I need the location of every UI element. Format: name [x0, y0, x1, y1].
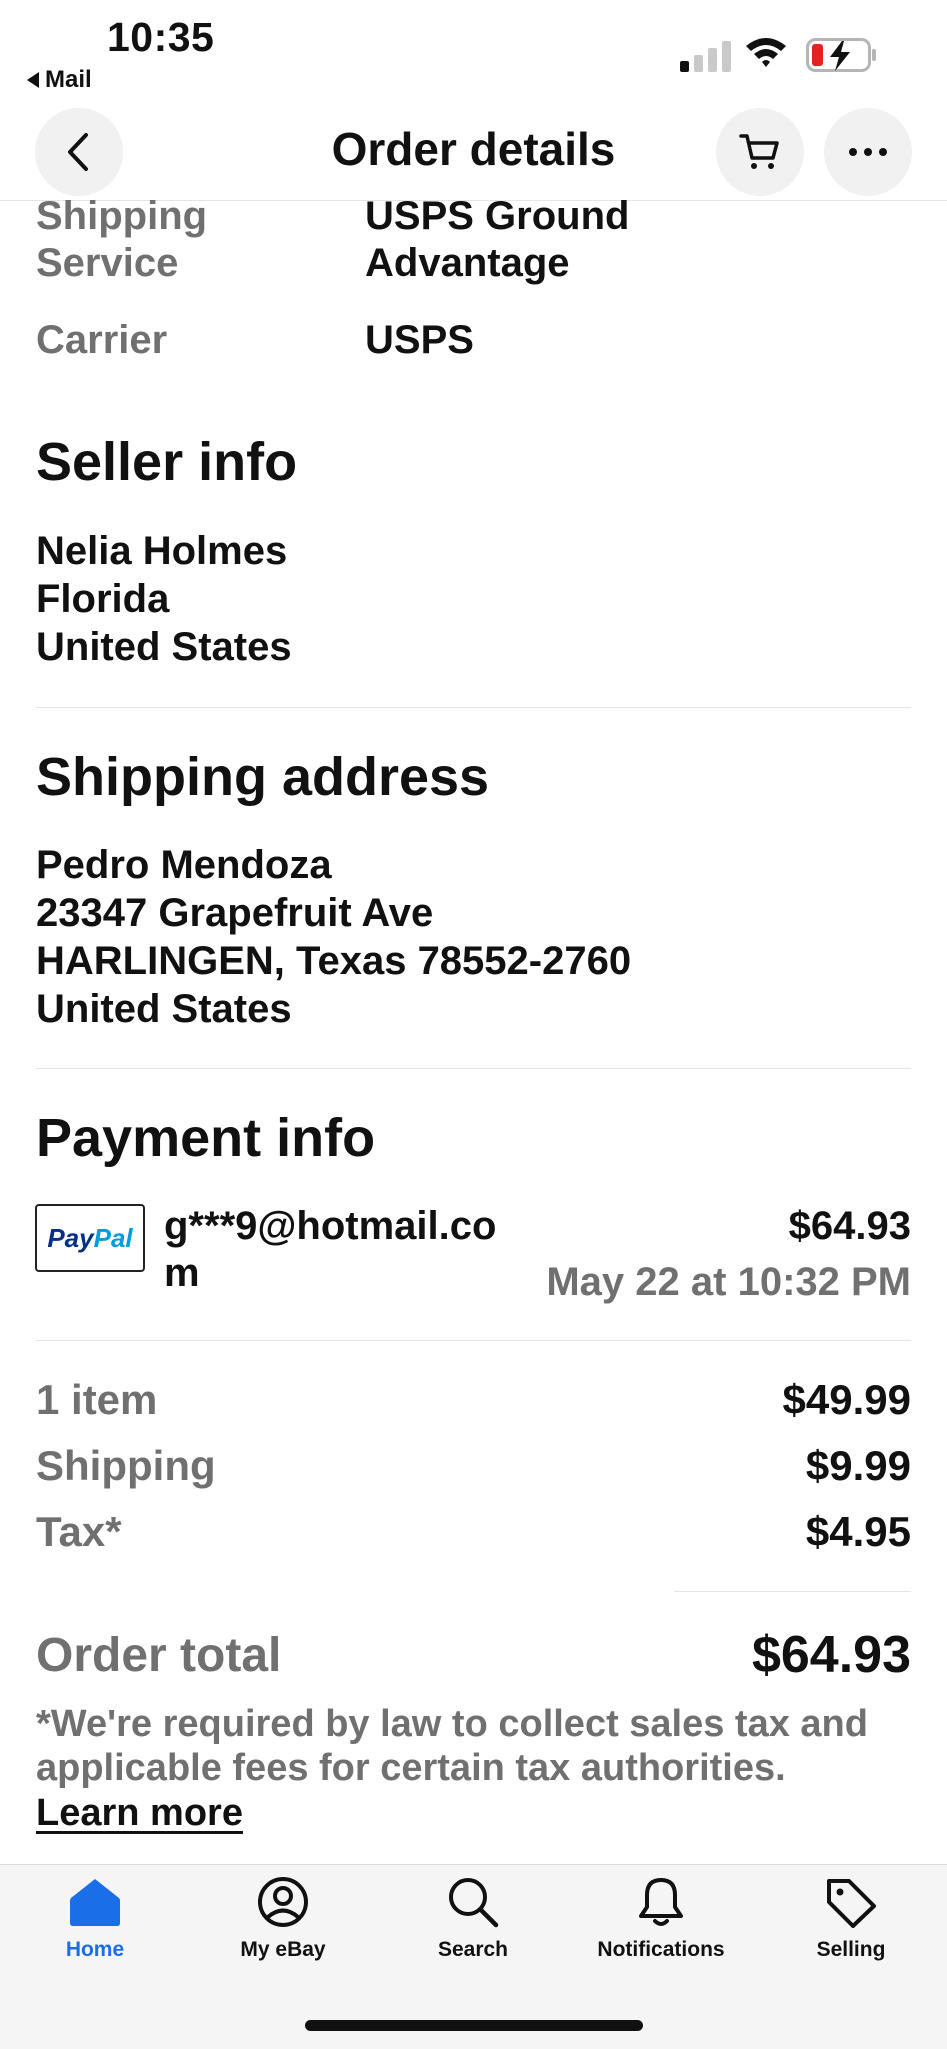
wifi-icon — [746, 38, 786, 67]
paypal-logo: Pay Pal — [35, 1204, 145, 1272]
recipient-name: Pedro Mendoza — [36, 843, 332, 887]
tag-icon — [827, 1879, 876, 1928]
shipping-cost-label: Shipping — [36, 1442, 216, 1489]
home-icon — [70, 1879, 120, 1926]
paypal-logo-pay: Pay — [47, 1222, 94, 1253]
cart-icon — [739, 134, 779, 169]
payment-email-line: g***9@hotmail.co — [164, 1204, 497, 1248]
payment-email-line: m — [164, 1251, 200, 1295]
tax-value: $4.95 — [805, 1508, 911, 1555]
items-label: 1 item — [36, 1376, 158, 1423]
items-value: $49.99 — [782, 1376, 911, 1423]
tab-search[interactable]: Search — [388, 1876, 558, 1962]
carrier-value: USPS — [365, 318, 474, 362]
payment-email: g***9@hotmail.co m — [164, 1203, 496, 1297]
paypal-logo-pal: Pal — [93, 1222, 133, 1253]
total-divider — [674, 1591, 911, 1592]
shipping-service-value-line: USPS Ground — [365, 194, 630, 238]
cart-button[interactable] — [716, 108, 804, 196]
payment-info-heading: Payment info — [36, 1108, 376, 1168]
section-divider — [36, 1340, 911, 1341]
tab-home[interactable]: Home — [10, 1876, 180, 1962]
seller-info-heading: Seller info — [36, 432, 298, 492]
back-triangle-icon — [27, 72, 39, 88]
tab-my-ebay-label: My eBay — [240, 1938, 326, 1961]
shipping-cost-value: $9.99 — [805, 1442, 911, 1489]
seller-name: Nelia Holmes — [36, 529, 288, 573]
shipping-service-value: USPS Ground Advantage — [365, 193, 629, 287]
home-indicator — [305, 2020, 643, 2031]
more-options-button[interactable] — [824, 108, 912, 196]
more-dots-icon — [849, 148, 887, 156]
shipping-service-value-line: Advantage — [365, 241, 570, 285]
battery-charging-icon — [806, 38, 876, 72]
section-divider — [36, 707, 911, 708]
payment-amount: $64.93 — [788, 1204, 911, 1248]
carrier-label: Carrier — [36, 318, 168, 362]
shipping-address-heading: Shipping address — [36, 747, 490, 807]
search-icon — [449, 1878, 499, 1928]
shipping-address-block: Pedro Mendoza 23347 Grapefruit Ave HARLI… — [36, 841, 631, 1033]
tab-selling[interactable]: Selling — [766, 1876, 936, 1962]
account-icon — [258, 1877, 308, 1927]
cellular-signal-icon — [680, 40, 731, 72]
seller-info-block: Nelia Holmes Florida United States — [36, 527, 292, 671]
tab-notifications[interactable]: Notifications — [576, 1876, 746, 1962]
tab-selling-label: Selling — [816, 1938, 886, 1961]
status-time: 10:35 — [107, 14, 215, 60]
shipping-service-label: Shipping Service — [36, 193, 207, 287]
shipping-service-label-line: Service — [36, 241, 179, 285]
payment-date: May 22 at 10:32 PM — [546, 1260, 911, 1304]
back-to-mail-link[interactable]: Mail — [27, 66, 92, 94]
bell-icon — [639, 1878, 683, 1926]
tab-search-label: Search — [437, 1938, 509, 1961]
section-divider — [36, 1068, 911, 1069]
tab-home-label: Home — [65, 1938, 125, 1961]
tab-my-ebay[interactable]: My eBay — [198, 1876, 368, 1962]
tab-notifications-label: Notifications — [597, 1938, 725, 1961]
back-app-label: Mail — [45, 66, 92, 93]
address-country: United States — [36, 987, 292, 1031]
shipping-service-label-line: Shipping — [36, 194, 208, 238]
tax-disclaimer: *We're required by law to collect sales … — [36, 1703, 868, 1789]
address-street: 23347 Grapefruit Ave — [36, 891, 434, 935]
order-total-value: $64.93 — [751, 1626, 911, 1684]
seller-state: Florida — [36, 577, 170, 621]
address-city-state-zip: HARLINGEN, Texas 78552-2760 — [36, 939, 632, 983]
learn-more-link[interactable]: Learn more — [36, 1792, 243, 1835]
seller-country: United States — [36, 625, 292, 669]
tax-label: Tax* — [36, 1508, 122, 1555]
page-title: Order details — [331, 123, 616, 175]
order-total-label: Order total — [36, 1629, 282, 1682]
